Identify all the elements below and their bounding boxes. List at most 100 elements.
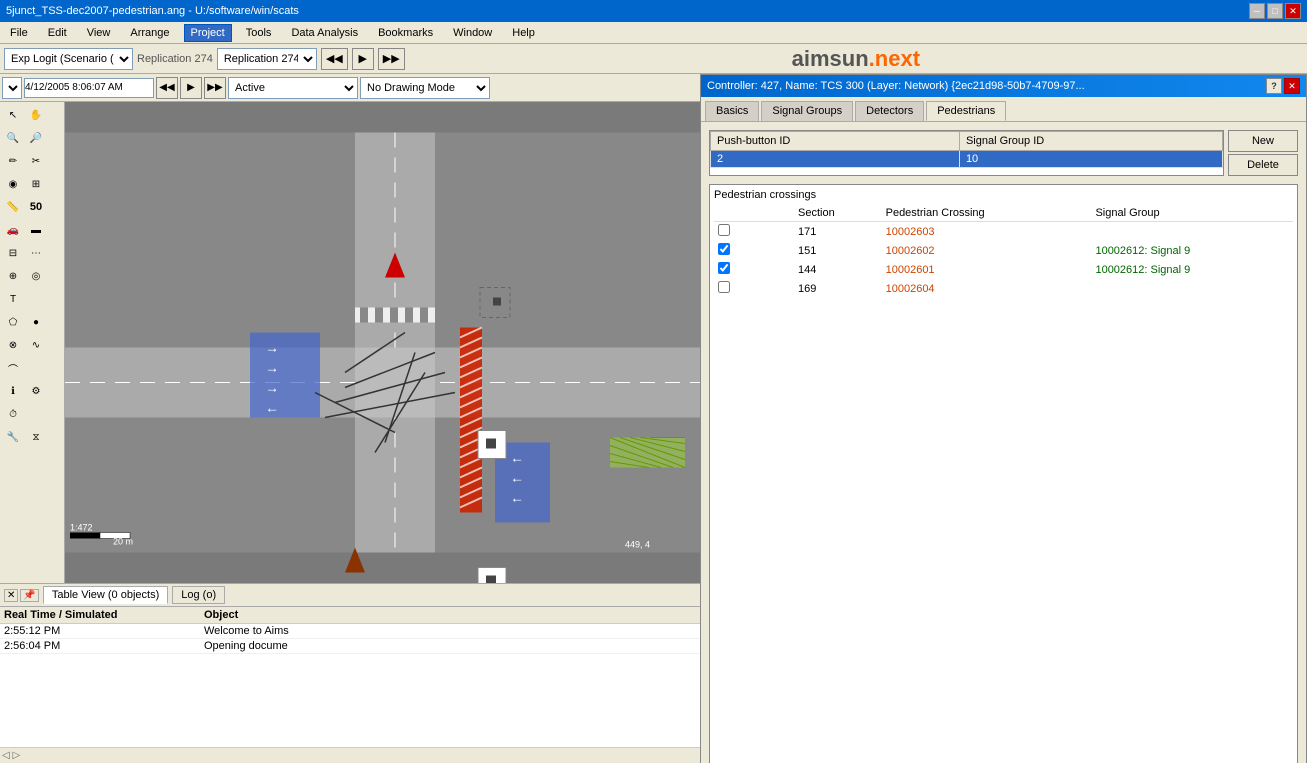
map-toolbar: A ◀◀ ▶ ▶▶ Active No Drawing Mode xyxy=(0,74,700,102)
checkbox-row1[interactable] xyxy=(718,224,730,236)
col-section-label: Section xyxy=(794,205,882,222)
tab-signal-groups[interactable]: Signal Groups xyxy=(761,101,853,121)
line-icon[interactable]: ⊟ xyxy=(2,242,24,264)
tab-detectors[interactable]: Detectors xyxy=(855,101,924,121)
menu-tools[interactable]: Tools xyxy=(240,25,278,41)
clock-icon[interactable]: ⏱ xyxy=(2,403,24,425)
app-logo: aimsun.next xyxy=(792,46,920,72)
scenario-select[interactable]: Exp Logit (Scenario ( xyxy=(4,48,133,70)
maximize-btn[interactable]: □ xyxy=(1267,3,1283,19)
zoom-in-icon[interactable]: 🔍 xyxy=(2,127,24,149)
new-button[interactable]: New xyxy=(1228,130,1298,152)
app-title-bar: 5junct_TSS-dec2007-pedestrian.ang - U:/s… xyxy=(0,0,1307,22)
table-view-tab[interactable]: Table View (0 objects) xyxy=(43,586,168,604)
tab-basics[interactable]: Basics xyxy=(705,101,759,121)
crossing-row-2: 151 10002602 10002612: Signal 9 xyxy=(714,241,1293,260)
view-select[interactable]: A xyxy=(2,77,22,99)
checkbox-row2[interactable] xyxy=(718,243,730,255)
minimize-btn[interactable]: ─ xyxy=(1249,3,1265,19)
menu-window[interactable]: Window xyxy=(447,25,498,41)
settings-icon[interactable]: ⚙ xyxy=(25,380,47,402)
edit-icon[interactable]: ✏ xyxy=(2,150,24,172)
app-title: 5junct_TSS-dec2007-pedestrian.ang - U:/s… xyxy=(6,5,299,17)
prev-btn[interactable]: ◀◀ xyxy=(321,48,348,70)
menu-data-analysis[interactable]: Data Analysis xyxy=(285,25,364,41)
play-btn[interactable]: ▶ xyxy=(352,48,374,70)
next-btn[interactable]: ▶▶ xyxy=(378,48,405,70)
circle-icon[interactable]: ● xyxy=(25,311,47,333)
node-icon[interactable]: ⊗ xyxy=(2,334,24,356)
map-canvas-area[interactable]: → → → ← ← ← ← xyxy=(65,102,700,583)
eye-icon[interactable]: ◉ xyxy=(2,173,24,195)
info-icon[interactable]: ℹ xyxy=(2,380,24,402)
menu-bookmarks[interactable]: Bookmarks xyxy=(372,25,439,41)
crossing-signal-2: 10002612: Signal 9 xyxy=(1091,241,1293,260)
crossing-id-2[interactable]: 10002602 xyxy=(882,241,1092,260)
controller-dialog: Controller: 427, Name: TCS 300 (Layer: N… xyxy=(700,74,1307,763)
close-btn[interactable]: ✕ xyxy=(1285,3,1301,19)
col-signal-group-id: Signal Group ID xyxy=(959,132,1222,151)
scissors-icon[interactable]: ✂ xyxy=(25,150,47,172)
pan-icon[interactable]: ✋ xyxy=(25,104,47,126)
col-pushbutton-id: Push-button ID xyxy=(711,132,960,151)
replication-select[interactable]: Replication 274 xyxy=(217,48,317,70)
col-signal-label: Signal Group xyxy=(1091,205,1293,222)
log-tab[interactable]: Log (o) xyxy=(172,586,225,604)
filter-icon[interactable]: ⧖ xyxy=(25,426,47,448)
time-prev-btn[interactable]: ◀◀ xyxy=(156,77,178,99)
log-table-header: Real Time / Simulated Object xyxy=(0,607,700,624)
target-icon[interactable]: ◎ xyxy=(25,265,47,287)
col-section xyxy=(714,205,794,222)
scrollbar-area[interactable]: ◁ ▷ xyxy=(2,750,20,761)
cursor-icon[interactable]: ↖ xyxy=(2,104,24,126)
delete-button[interactable]: Delete xyxy=(1228,154,1298,176)
dots-icon[interactable]: ⋯ xyxy=(25,242,47,264)
time-play-btn[interactable]: ▶ xyxy=(180,77,202,99)
crossing-check-3[interactable] xyxy=(714,260,794,279)
svg-text:←: ← xyxy=(510,450,524,466)
active-select[interactable]: Active xyxy=(228,77,358,99)
time-input[interactable] xyxy=(24,78,154,98)
drawing-mode-select[interactable]: No Drawing Mode xyxy=(360,77,490,99)
wrench-icon[interactable]: 🔧 xyxy=(2,426,24,448)
menu-file[interactable]: File xyxy=(4,25,34,41)
dialog-title-text: Controller: 427, Name: TCS 300 (Layer: N… xyxy=(707,80,1085,92)
dialog-close-btn[interactable]: ✕ xyxy=(1284,78,1300,94)
pentagon-icon[interactable]: ⬠ xyxy=(2,311,24,333)
crossing-check-2[interactable] xyxy=(714,241,794,260)
log-time-1: 2:55:12 PM xyxy=(4,625,204,637)
crossing-id-3[interactable]: 10002601 xyxy=(882,260,1092,279)
ruler-icon[interactable]: 📏 xyxy=(2,196,24,218)
pushbutton-row-1[interactable]: 2 10 xyxy=(711,151,1223,168)
menu-arrange[interactable]: Arrange xyxy=(124,25,175,41)
crossing-id-1[interactable]: 10002603 xyxy=(882,222,1092,242)
crossings-table: Section Pedestrian Crossing Signal Group… xyxy=(714,205,1293,298)
grid-icon[interactable]: ⊞ xyxy=(25,173,47,195)
crossing-row-3: 144 10002601 10002612: Signal 9 xyxy=(714,260,1293,279)
curve-icon[interactable]: ∿ xyxy=(25,334,47,356)
dash-icon[interactable]: ▬ xyxy=(25,219,47,241)
bottom-panel-header: ✕ 📌 Table View (0 objects) Log (o) xyxy=(0,584,700,607)
time-next-btn[interactable]: ▶▶ xyxy=(204,77,226,99)
menu-view[interactable]: View xyxy=(81,25,117,41)
vehicle-icon[interactable]: 🚗 xyxy=(2,219,24,241)
panel-pin-btn[interactable]: 📌 xyxy=(20,589,38,602)
zoom-out-icon[interactable]: 🔎 xyxy=(25,127,47,149)
connection-icon[interactable]: ⊕ xyxy=(2,265,24,287)
checkbox-row4[interactable] xyxy=(718,281,730,293)
text-icon[interactable]: T xyxy=(2,288,24,310)
pushbutton-btn-panel: New Delete xyxy=(1228,130,1298,176)
menu-help[interactable]: Help xyxy=(506,25,541,41)
crossing-check-1[interactable] xyxy=(714,222,794,242)
panel-close-btn[interactable]: ✕ xyxy=(4,589,18,602)
dialog-help-icon[interactable]: ? xyxy=(1266,78,1282,94)
tab-pedestrians[interactable]: Pedestrians xyxy=(926,101,1006,121)
svg-text:1:472: 1:472 xyxy=(70,523,93,533)
checkbox-row3[interactable] xyxy=(718,262,730,274)
menu-project[interactable]: Project xyxy=(184,24,232,42)
menu-edit[interactable]: Edit xyxy=(42,25,73,41)
crossing-id-4[interactable]: 10002604 xyxy=(882,279,1092,298)
spline-icon[interactable]: ⌒ xyxy=(2,357,24,379)
crossing-check-4[interactable] xyxy=(714,279,794,298)
crossing-section-4: 169 xyxy=(794,279,882,298)
